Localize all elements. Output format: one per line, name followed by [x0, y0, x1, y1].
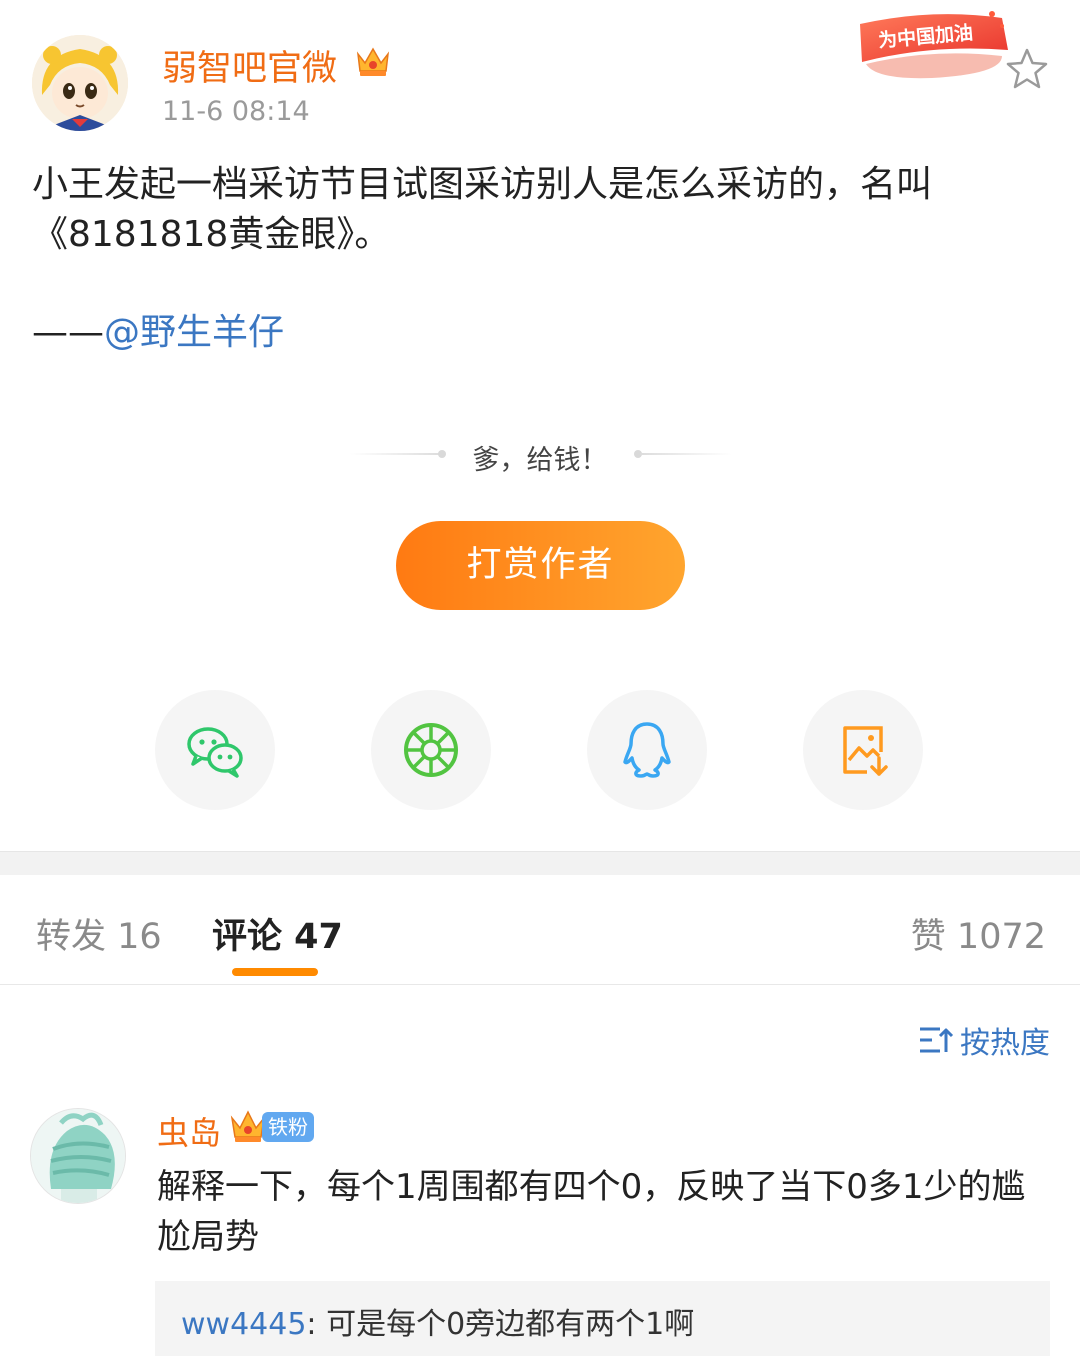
post-credit: ——@野生羊仔	[32, 308, 284, 358]
favorite-star-icon[interactable]	[1004, 46, 1050, 92]
tab-like[interactable]: 赞 1072	[911, 908, 1046, 959]
post-body-line: 小王发起一档采访节目试图采访别人是怎么采访的，名叫	[32, 164, 933, 205]
reply-user[interactable]: ww4445	[181, 1307, 306, 1342]
tab-comment[interactable]: 评论 47	[212, 908, 343, 959]
event-badge[interactable]: 为中国加油	[852, 4, 1014, 84]
wechat-icon	[187, 727, 243, 778]
post-body-line: 《8181818黄金眼》。	[32, 214, 391, 255]
reply-text: 可是每个0旁边都有两个1啊	[326, 1307, 695, 1342]
author-name[interactable]: 弱智吧官微	[162, 40, 337, 91]
active-tab-indicator	[232, 968, 318, 976]
divider	[640, 453, 732, 455]
sort-icon	[920, 1027, 954, 1053]
share-qq-button[interactable]	[587, 690, 707, 810]
reply-preview[interactable]: ww4445: 可是每个0旁边都有两个1啊	[155, 1281, 1050, 1356]
sort-by-hot-button[interactable]: 按热度	[918, 1020, 1050, 1061]
save-image-icon	[843, 726, 888, 776]
post-header: 弱智吧官微 11-6 08:14 为中国加油	[0, 0, 1080, 150]
commenter-avatar[interactable]	[30, 1108, 126, 1204]
share-wechat-button[interactable]	[155, 690, 275, 810]
post-body: 小王发起一档采访节目试图采访别人是怎么采访的，名叫 《8181818黄金眼》。	[32, 160, 1042, 260]
iron-fan-badge: 铁粉	[262, 1112, 314, 1142]
reward-author-button[interactable]: 打赏作者	[396, 521, 685, 610]
tabs-border	[0, 984, 1080, 985]
save-image-button[interactable]	[803, 690, 923, 810]
section-divider	[0, 851, 1080, 875]
comment-text: 解释一下，每个1周围都有四个0，反映了当下0多1少的尴尬局势	[157, 1167, 1026, 1257]
reward-tip-row: 爹，给钱！	[0, 430, 1080, 480]
share-moments-button[interactable]	[371, 690, 491, 810]
sort-label: 按热度	[960, 1026, 1050, 1061]
reply-separator: :	[306, 1307, 327, 1342]
moments-icon	[404, 723, 458, 777]
reward-tip: 爹，给钱！	[472, 445, 608, 476]
commenter-name[interactable]: 虫岛	[157, 1108, 221, 1154]
qq-icon	[623, 722, 671, 778]
author-avatar[interactable]	[32, 35, 128, 131]
mention-link[interactable]: @野生羊仔	[104, 312, 284, 353]
credit-dash: ——	[32, 312, 104, 353]
vip-crown-icon	[354, 44, 392, 80]
tab-repost[interactable]: 转发 16	[36, 908, 162, 959]
post-time: 11-6 08:14	[162, 96, 310, 127]
